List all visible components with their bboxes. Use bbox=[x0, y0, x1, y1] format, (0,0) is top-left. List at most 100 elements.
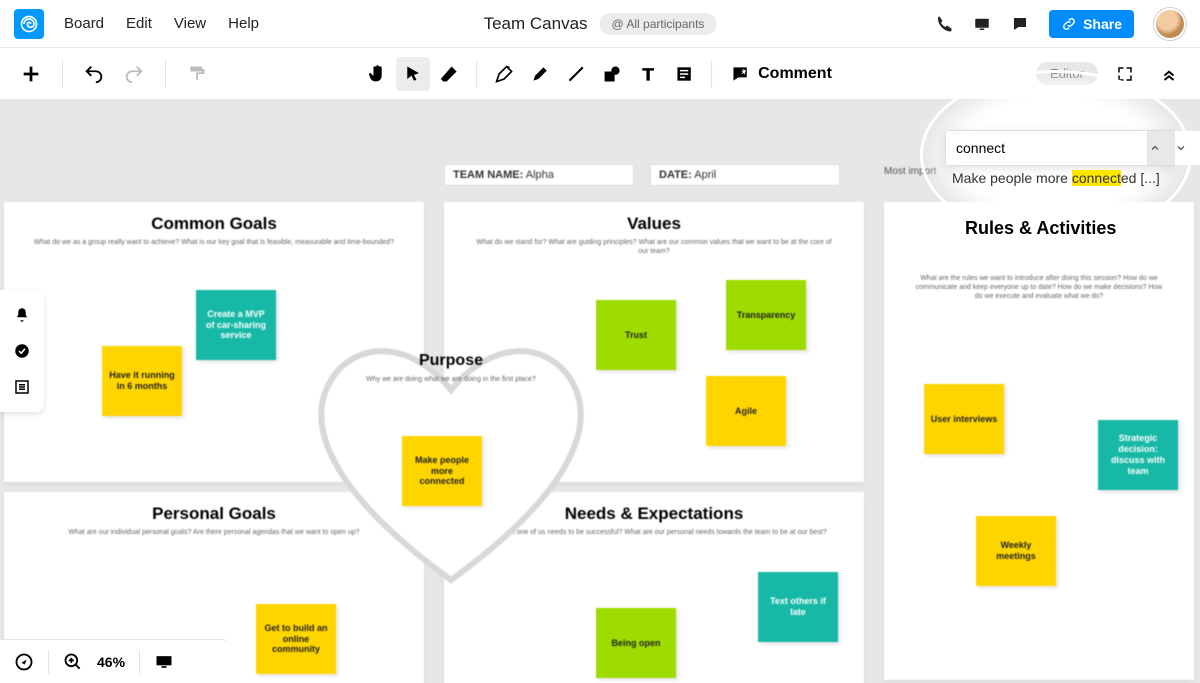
date-label: DATE: bbox=[659, 169, 692, 181]
pen-icon bbox=[494, 64, 514, 84]
sticky-mvp[interactable]: Create a MVP of car-sharing service bbox=[196, 290, 276, 360]
date-field[interactable]: DATE: April bbox=[650, 164, 840, 186]
separator bbox=[711, 60, 712, 88]
search-result-highlight: connect bbox=[1072, 170, 1121, 186]
eraser-tool[interactable] bbox=[432, 57, 466, 91]
panel-subtitle: What do we stand for? What are guiding p… bbox=[444, 238, 864, 256]
phone-icon[interactable] bbox=[935, 15, 953, 33]
sticky-six-months[interactable]: Have it running in 6 months bbox=[102, 346, 182, 416]
plus-icon bbox=[20, 63, 42, 85]
line-icon bbox=[566, 64, 586, 84]
marker-tool[interactable] bbox=[523, 57, 557, 91]
sticky-being-open[interactable]: Being open bbox=[596, 608, 676, 678]
separator bbox=[139, 650, 140, 674]
search-next-button[interactable] bbox=[1174, 131, 1200, 165]
redo-button[interactable] bbox=[117, 57, 151, 91]
topbar: Board Edit View Help Team Canvas @ All p… bbox=[0, 0, 1200, 48]
separator bbox=[165, 60, 166, 88]
redo-icon bbox=[123, 63, 145, 85]
hand-icon bbox=[366, 63, 388, 85]
sticky-community[interactable]: Get to build an online community bbox=[256, 604, 336, 674]
pen-tool[interactable] bbox=[487, 57, 521, 91]
tool-strip: Comment bbox=[360, 57, 840, 91]
menu-board[interactable]: Board bbox=[64, 15, 104, 32]
share-button[interactable]: Share bbox=[1049, 10, 1134, 38]
panel-subtitle: What do we as a group really want to ach… bbox=[4, 238, 424, 247]
sticky-weekly[interactable]: Weekly meetings bbox=[976, 516, 1056, 586]
sticky-tool[interactable] bbox=[667, 57, 701, 91]
sticky-user-interviews[interactable]: User interviews bbox=[924, 384, 1004, 454]
format-painter-button[interactable] bbox=[180, 57, 214, 91]
undo-icon bbox=[83, 63, 105, 85]
search-popover bbox=[945, 130, 1175, 166]
chat-icon[interactable] bbox=[1011, 15, 1029, 33]
list-icon[interactable] bbox=[13, 378, 31, 396]
search-result[interactable]: Make people more connected [...] bbox=[952, 170, 1160, 186]
sticky-transparency[interactable]: Transparency bbox=[726, 280, 806, 350]
paint-roller-icon bbox=[187, 64, 207, 84]
sticky-purpose[interactable]: Make people more connected bbox=[402, 436, 482, 506]
text-tool[interactable] bbox=[631, 57, 665, 91]
search-input[interactable] bbox=[946, 131, 1147, 165]
line-tool[interactable] bbox=[559, 57, 593, 91]
bell-icon[interactable] bbox=[13, 306, 31, 324]
separator bbox=[476, 60, 477, 88]
team-name-label: TEAM NAME: bbox=[453, 169, 523, 181]
menu-view[interactable]: View bbox=[174, 15, 206, 32]
team-name-field[interactable]: TEAM NAME: Alpha bbox=[444, 164, 634, 186]
top-center: Team Canvas @ All participants bbox=[484, 13, 717, 35]
add-button[interactable] bbox=[14, 57, 48, 91]
presentation-icon[interactable] bbox=[154, 652, 174, 672]
search-result-suffix: ed [...] bbox=[1121, 170, 1160, 186]
heart-content: Purpose Why we are doing what we are doi… bbox=[301, 352, 601, 383]
sticky-strategic[interactable]: Strategic decision: discuss with team bbox=[1098, 420, 1178, 490]
undo-button[interactable] bbox=[77, 57, 111, 91]
marker-icon bbox=[530, 64, 550, 84]
comment-label: Comment bbox=[758, 65, 832, 83]
pointer-icon bbox=[403, 64, 423, 84]
search-result-prefix: Make people more bbox=[952, 170, 1072, 186]
share-label: Share bbox=[1083, 16, 1122, 32]
sticky-text-late[interactable]: Text others if late bbox=[758, 572, 838, 642]
comment-icon bbox=[730, 64, 750, 84]
eraser-icon bbox=[439, 64, 459, 84]
chevron-up-icon bbox=[1149, 142, 1161, 154]
search-prev-button[interactable] bbox=[1148, 131, 1174, 165]
board-title[interactable]: Team Canvas bbox=[484, 14, 588, 34]
check-circle-icon[interactable] bbox=[13, 342, 31, 360]
user-avatar[interactable] bbox=[1154, 8, 1186, 40]
zoom-level[interactable]: 46% bbox=[97, 654, 125, 670]
panel-subtitle: Why we are doing what we are doing in th… bbox=[301, 376, 601, 383]
zoom-in-icon[interactable] bbox=[63, 652, 83, 672]
chevron-down-icon bbox=[1175, 142, 1187, 154]
panel-rules-title-overlay: Rules & Activities bbox=[965, 218, 1116, 239]
chevrons-up-icon bbox=[1160, 65, 1178, 83]
app-logo[interactable] bbox=[14, 9, 44, 39]
shape-icon bbox=[602, 64, 622, 84]
text-icon bbox=[638, 64, 658, 84]
pointer-tool[interactable] bbox=[396, 57, 430, 91]
collapse-button[interactable] bbox=[1152, 57, 1186, 91]
comment-tool[interactable]: Comment bbox=[722, 64, 840, 84]
panel-title: Values bbox=[444, 214, 864, 234]
panel-subtitle: What are the rules we want to introduce … bbox=[884, 274, 1194, 301]
shape-tool[interactable] bbox=[595, 57, 629, 91]
participants-pill[interactable]: @ All participants bbox=[600, 13, 717, 35]
search-nav bbox=[1147, 131, 1200, 165]
present-icon[interactable] bbox=[973, 15, 991, 33]
separator bbox=[48, 650, 49, 674]
link-icon bbox=[1061, 16, 1077, 32]
top-right: Share bbox=[935, 8, 1186, 40]
panel-title: Purpose bbox=[301, 352, 601, 370]
sticky-trust[interactable]: Trust bbox=[596, 300, 676, 370]
menu-help[interactable]: Help bbox=[228, 15, 259, 32]
menu-edit[interactable]: Edit bbox=[126, 15, 152, 32]
date-value: April bbox=[694, 169, 716, 181]
bottom-bar: 46% bbox=[0, 639, 230, 683]
hand-tool[interactable] bbox=[360, 57, 394, 91]
panel-title: Common Goals bbox=[4, 214, 424, 234]
compass-icon[interactable] bbox=[14, 652, 34, 672]
swirl-icon bbox=[19, 14, 39, 34]
separator bbox=[62, 60, 63, 88]
sticky-agile[interactable]: Agile bbox=[706, 376, 786, 446]
